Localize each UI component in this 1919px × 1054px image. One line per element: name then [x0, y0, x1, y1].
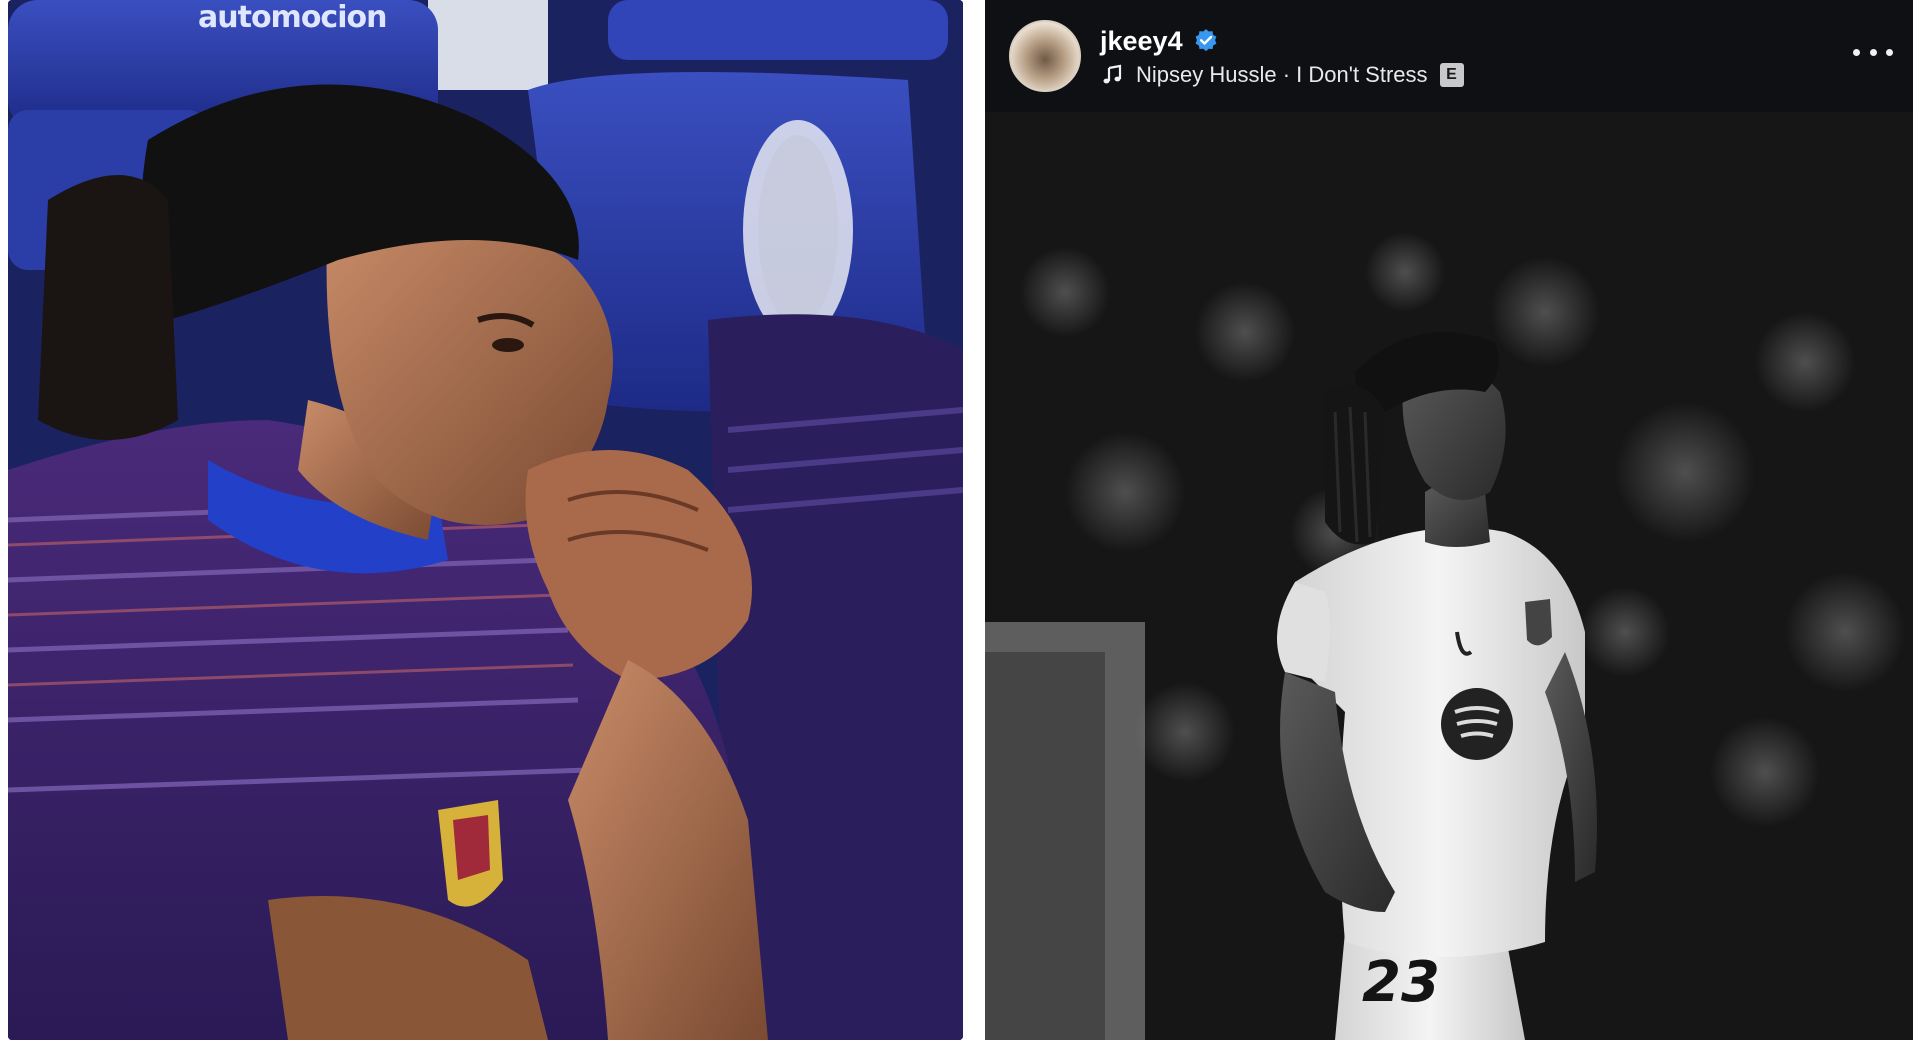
social-post: jkeey4 Nipsey Hussle · I Don't Stress E … [985, 0, 1913, 1040]
music-note-icon [1100, 63, 1124, 87]
post-header: jkeey4 Nipsey Hussle · I Don't Stress E [985, 0, 1913, 112]
shirt-number: 23 [1362, 950, 1440, 1015]
explicit-badge: E [1439, 63, 1464, 87]
bench-photo-illustration [8, 0, 963, 1040]
bench-photo: automocion [8, 0, 963, 1040]
sponsor-text: automocion [198, 0, 387, 35]
profile-avatar[interactable] [1009, 20, 1081, 92]
username-row: jkeey4 [1100, 24, 1219, 58]
screenshot-frame: automocion jkeey4 Nipsey Hussle · I Don'… [0, 0, 1919, 1054]
verified-badge-icon [1193, 28, 1219, 54]
more-options-icon[interactable] [1853, 44, 1893, 60]
post-image: 23 [985, 112, 1913, 1040]
username[interactable]: jkeey4 [1100, 26, 1183, 57]
music-label: Nipsey Hussle · I Don't Stress [1136, 62, 1428, 87]
player-photo-illustration [985, 112, 1913, 1040]
music-row[interactable]: Nipsey Hussle · I Don't Stress E [1100, 60, 1464, 90]
